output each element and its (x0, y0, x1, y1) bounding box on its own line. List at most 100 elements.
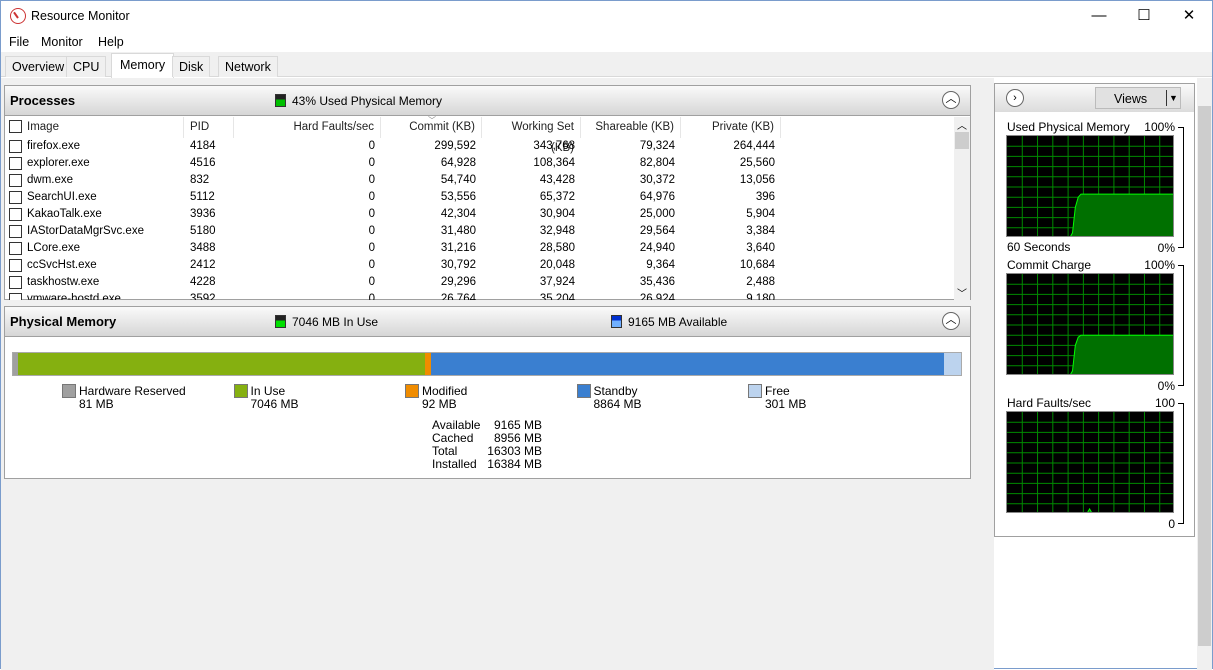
cell-shareable: 82,804 (639, 157, 675, 169)
column-hard-faults[interactable]: Hard Faults/sec (234, 117, 381, 138)
process-row[interactable]: LCore.exe 3488 0 31,216 28,580 24,940 3,640 (5, 240, 955, 257)
menu-monitor[interactable]: Monitor (41, 35, 83, 49)
memory-segment-free (943, 353, 961, 375)
column-working-set[interactable]: Working Set (KB) (482, 117, 581, 154)
processes-scrollbar[interactable]: ︿ ﹀ (954, 117, 970, 300)
expand-pane-button[interactable]: › (1006, 89, 1024, 107)
physical-memory-header[interactable]: Physical Memory 7046 MB In Use 9165 MB A… (5, 307, 970, 337)
views-dropdown-arrow-icon[interactable]: ▼ (1166, 90, 1180, 106)
tab-disk[interactable]: Disk (172, 56, 211, 77)
cell-image: taskhostw.exe (27, 276, 100, 288)
column-private[interactable]: Private (KB) (681, 117, 781, 138)
cell-working-set: 35,204 (539, 293, 575, 300)
cell-working-set: 65,372 (539, 191, 575, 203)
cell-image: explorer.exe (27, 157, 90, 169)
process-row[interactable]: taskhostw.exe 4228 0 29,296 37,924 35,436 2,48… (5, 274, 955, 291)
cell-commit: 26,764 (440, 293, 476, 300)
legend-value: 8864 MB (593, 397, 642, 411)
cell-commit: 299,592 (434, 140, 476, 152)
cell-commit: 53,556 (440, 191, 476, 203)
menu-file[interactable]: File (9, 35, 29, 49)
cell-private: 396 (755, 191, 775, 203)
column-pid[interactable]: PID (184, 117, 234, 138)
processes-table-header: Image PID Hard Faults/sec Commit (KB) ﹀ … (5, 116, 955, 154)
window-title: Resource Monitor (31, 9, 130, 23)
graph-time-label: 60 Seconds (1007, 240, 1071, 254)
legend-value: 81 MB (79, 397, 114, 411)
close-button[interactable]: ✕ (1166, 1, 1212, 31)
process-row[interactable]: firefox.exe 4184 0 299,592 343,768 79,324 264,… (5, 138, 955, 155)
cell-commit: 42,304 (440, 208, 476, 220)
cell-shareable: 26,924 (639, 293, 675, 300)
cell-image: LCore.exe (27, 242, 81, 254)
maximize-button[interactable]: ☐ (1121, 1, 1167, 31)
memory-usage-indicator-icon (275, 94, 286, 107)
cell-hard-faults: 0 (368, 293, 375, 300)
process-row[interactable]: vmware-hostd.exe 3592 0 26,764 35,204 26,924 9… (5, 291, 955, 300)
scroll-down-icon[interactable]: ﹀ (957, 285, 967, 300)
in-use-indicator-icon (275, 315, 286, 328)
legend-swatch (233, 384, 248, 398)
process-row[interactable]: dwm.exe 832 0 54,740 43,428 30,372 13,056 (5, 172, 955, 189)
cell-working-set: 37,924 (539, 276, 575, 288)
graph-max-label: 100 (1154, 396, 1175, 410)
process-row[interactable]: explorer.exe 4516 0 64,928 108,364 82,804 25,5… (5, 155, 955, 172)
tab-cpu[interactable]: CPU (66, 56, 107, 77)
cell-hard-faults: 0 (368, 276, 375, 288)
cell-private: 10,684 (739, 259, 775, 271)
graph-title: Commit Charge (1007, 258, 1092, 272)
graph-min-label: 0% (1157, 379, 1175, 393)
cell-hard-faults: 0 (368, 174, 375, 186)
main-scrollbar[interactable] (972, 78, 987, 670)
tab-memory[interactable]: Memory (111, 53, 175, 78)
cell-commit: 30,792 (440, 259, 476, 271)
cell-shareable: 24,940 (639, 242, 675, 254)
graph-max-label: 100% (1144, 258, 1175, 272)
column-shareable[interactable]: Shareable (KB) (581, 117, 681, 138)
minimize-button[interactable]: — (1076, 1, 1122, 31)
cell-pid: 3488 (190, 242, 216, 254)
process-row[interactable]: KakaoTalk.exe 3936 0 42,304 30,904 25,000 5,90… (5, 206, 955, 223)
scroll-up-icon[interactable]: ︿ (957, 117, 967, 132)
panel-splitter[interactable] (987, 78, 994, 670)
processes-header[interactable]: Processes 43% Used Physical Memory ︿ (5, 86, 970, 116)
tab-overview[interactable]: Overview (5, 56, 72, 77)
cell-private: 13,056 (739, 174, 775, 186)
legend-swatch (62, 384, 76, 398)
cell-image: SearchUI.exe (27, 191, 97, 203)
column-image[interactable]: Image (21, 117, 184, 138)
legend-swatch (405, 384, 419, 398)
physical-memory-panel: Physical Memory 7046 MB In Use 9165 MB A… (4, 306, 971, 479)
cell-private: 25,560 (739, 157, 775, 169)
right-scroll-thumb[interactable] (1198, 106, 1211, 646)
memory-segment-standby (430, 353, 944, 375)
legend-value: 301 MB (765, 397, 807, 411)
cell-pid: 2412 (190, 259, 216, 271)
tab-network[interactable]: Network (218, 56, 278, 77)
menu-help[interactable]: Help (98, 35, 124, 49)
process-row[interactable]: SearchUI.exe 5112 0 53,556 65,372 64,976 396 (5, 189, 955, 206)
legend-value: 7046 MB (250, 397, 299, 411)
cell-image: vmware-hostd.exe (27, 293, 121, 300)
cell-pid: 5112 (190, 191, 215, 203)
cell-pid: 4516 (190, 157, 216, 169)
process-row[interactable]: IAStorDataMgrSvc.exe 5180 0 31,480 32,948 29,… (5, 223, 955, 240)
views-label: Views (1114, 92, 1148, 106)
cell-pid: 3592 (190, 293, 216, 300)
views-dropdown[interactable]: Views ▼ (1095, 87, 1181, 109)
cell-working-set: 43,428 (539, 174, 575, 186)
cell-private: 9,180 (746, 293, 775, 300)
graph-area (1087, 507, 1092, 512)
resource-monitor-icon (10, 8, 26, 24)
scroll-thumb[interactable] (955, 132, 969, 149)
collapse-physical-memory-button[interactable]: ︿ (942, 312, 960, 330)
process-row[interactable]: ccSvcHst.exe 2412 0 30,792 20,048 9,364 10,684 (5, 257, 955, 274)
cell-image: dwm.exe (27, 174, 74, 186)
sort-descending-icon: ﹀ (428, 116, 436, 125)
collapse-processes-button[interactable]: ︿ (942, 91, 960, 109)
cell-image: IAStorDataMgrSvc.exe (27, 225, 144, 237)
memory-usage-bar (12, 352, 962, 376)
graphs-pane: › Views ▼ Used Physical Memory 100% 60 S… (994, 83, 1195, 537)
cell-hard-faults: 0 (368, 242, 375, 254)
graph-scale-bracket (1178, 127, 1184, 248)
